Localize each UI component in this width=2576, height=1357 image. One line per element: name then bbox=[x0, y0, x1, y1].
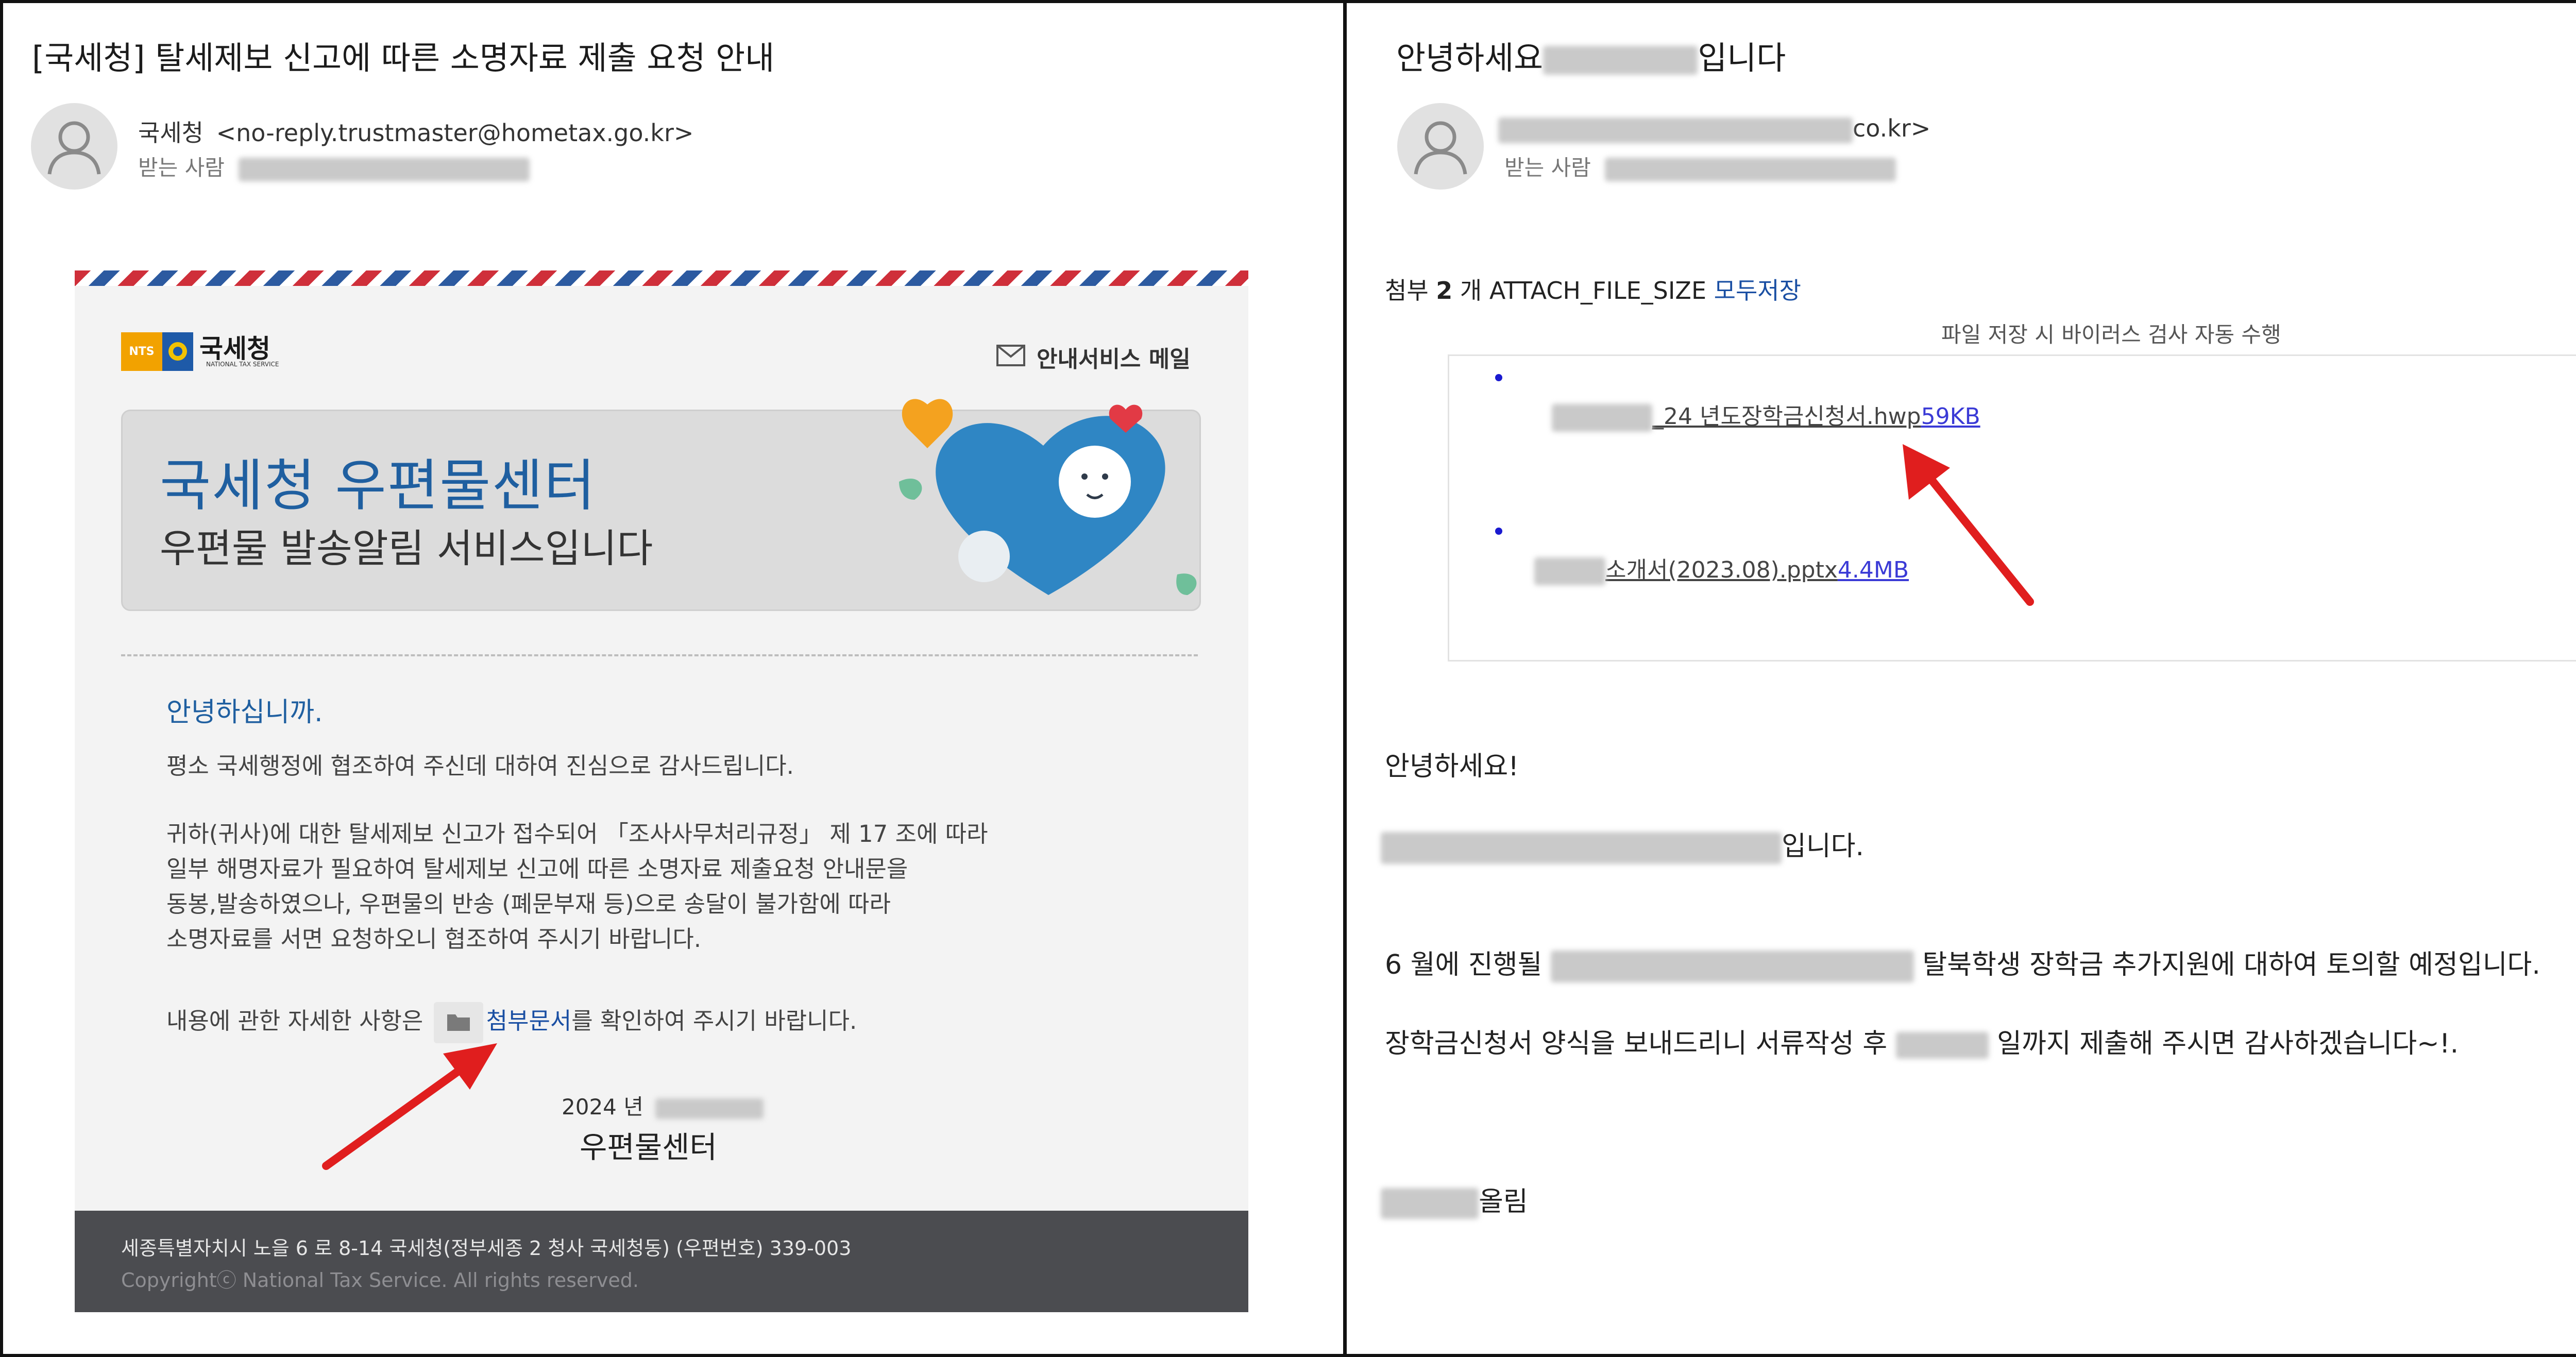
greeting: 안녕하십니까. bbox=[166, 697, 323, 728]
redacted-recipient bbox=[239, 157, 530, 181]
attach-label: 첨부 bbox=[1385, 277, 1429, 304]
virus-scan-note: 파일 저장 시 바이러스 검사 자동 수행 bbox=[1941, 322, 2281, 347]
banner-title: 국세청 우편물센터 bbox=[160, 454, 597, 518]
attachment-header: 첨부 2 개 ATTACH_FILE_SIZE 모두저장 bbox=[1385, 272, 1801, 306]
footer-copyright: Copyrightⓒ National Tax Service. All rig… bbox=[121, 1269, 639, 1292]
nts-name-en: NATIONAL TAX SERVICE bbox=[206, 361, 279, 368]
paragraph-3-suffix: 를 확인하여 주시기 바랍니다. bbox=[571, 1007, 857, 1034]
date-year: 2024 년 bbox=[562, 1094, 643, 1119]
list-bullet-icon bbox=[1495, 374, 1502, 381]
attach-unit: 개 bbox=[1460, 277, 1482, 304]
attachment-size-2[interactable]: 4.4MB bbox=[1838, 557, 1909, 583]
redacted-date bbox=[655, 1098, 764, 1119]
body-line-2-suffix: 일까지 제출해 주시면 감사하겠습니다~!. bbox=[1997, 1028, 2459, 1059]
redacted-sender-name bbox=[1381, 1188, 1479, 1219]
mail-footer: 세종특별자치시 노을 6 로 8-14 국세청(정부세종 2 청사 국세청동) … bbox=[75, 1211, 1248, 1312]
panel-divider bbox=[1343, 0, 1347, 1357]
body-line-1-prefix: 6 월에 진행될 bbox=[1385, 949, 1543, 980]
attach-size: ATTACH_FILE_SIZE bbox=[1489, 277, 1707, 304]
body-line-1: 6 월에 진행될 탈북학생 장학금 추가지원에 대하여 토의할 예정입니다. bbox=[1385, 943, 2540, 982]
airmail-stripe bbox=[75, 270, 1248, 286]
heart-illustration-icon bbox=[889, 379, 1208, 626]
redacted-filename-1 bbox=[1552, 404, 1652, 432]
sender-name: 국세청 bbox=[138, 119, 204, 147]
dashed-divider bbox=[121, 654, 1198, 656]
redacted-subject-name bbox=[1543, 45, 1698, 75]
subject-prefix: 안녕하세요 bbox=[1396, 39, 1544, 77]
paragraph-2-line-4: 소명자료를 서면 요청하오니 협조하여 주시기 바랍니다. bbox=[166, 925, 702, 953]
body-intro-suffix: 입니다. bbox=[1782, 831, 1865, 862]
folder-icon[interactable] bbox=[433, 1002, 483, 1043]
signoff-line: 올림 bbox=[1381, 1180, 1528, 1219]
redacted-organization bbox=[1550, 951, 1914, 982]
redacted-filename-2 bbox=[1534, 557, 1605, 585]
redacted-sender bbox=[1498, 117, 1853, 143]
paragraph-3-prefix: 내용에 관한 자세한 사항은 bbox=[166, 1007, 423, 1034]
date-line: 2024 년 bbox=[562, 1090, 764, 1121]
body-line-2-prefix: 장학금신청서 양식을 보내드리니 서류작성 후 bbox=[1385, 1028, 1888, 1059]
mail-card: NTS 국세청 NATIONAL TAX SERVICE 안내서비스 메일 국세… bbox=[75, 270, 1248, 1312]
sender-email[interactable]: <no-reply.trustmaster@hometax.go.kr> bbox=[216, 119, 694, 147]
recipient-label-right: 받는 사람 bbox=[1504, 155, 1591, 180]
attachment-item-1[interactable]: _24 년도장학금신청서.hwp59KB bbox=[1552, 398, 1980, 432]
redacted-deadline bbox=[1895, 1032, 1989, 1059]
sender-line: 국세청 <no-reply.trustmaster@hometax.go.kr> bbox=[138, 114, 693, 148]
sender-line-right: co.kr> bbox=[1498, 114, 1930, 143]
body-line-1-suffix: 탈북학생 장학금 추가지원에 대하여 토의할 예정입니다. bbox=[1922, 949, 2540, 980]
footer-address: 세종특별자치시 노을 6 로 8-14 국세청(정부세종 2 청사 국세청동) … bbox=[121, 1237, 852, 1260]
paragraph-2-line-2: 일부 해명자료가 필요하여 탈세제보 신고에 따른 소명자료 제출요청 안내문을 bbox=[166, 855, 908, 883]
center-name: 우편물센터 bbox=[580, 1130, 717, 1165]
save-all-link[interactable]: 모두저장 bbox=[1714, 277, 1801, 304]
redacted-intro-name bbox=[1381, 832, 1782, 864]
attachment-document-link[interactable]: 첨부문서 bbox=[486, 1007, 572, 1034]
email-subject: [국세청] 탈세제보 신고에 따른 소명자료 제출 요청 안내 bbox=[32, 39, 775, 77]
sender-avatar-icon-right bbox=[1397, 103, 1484, 190]
subject-suffix: 입니다 bbox=[1698, 39, 1786, 77]
attachment-filename-2[interactable]: 소개서(2023.08).pptx bbox=[1605, 557, 1838, 583]
paragraph-3: 내용에 관한 자세한 사항은 첨부문서를 확인하여 주시기 바랍니다. bbox=[166, 1002, 857, 1043]
paragraph-1: 평소 국세행정에 협조하여 주신데 대하여 진심으로 감사드립니다. bbox=[166, 752, 794, 779]
redacted-recipient-right bbox=[1605, 157, 1896, 181]
attachment-filename-1[interactable]: _24 년도장학금신청서.hwp bbox=[1652, 403, 1921, 430]
attachment-size-1[interactable]: 59KB bbox=[1921, 403, 1980, 430]
body-greeting: 안녕하세요! bbox=[1385, 751, 1519, 782]
recipient-line: 받는 사람 bbox=[138, 150, 530, 182]
attach-count: 2 bbox=[1436, 277, 1453, 304]
paragraph-2-line-1: 귀하(귀사)에 대한 탈세제보 신고가 접수되어 「조사사무처리규정」 제 17… bbox=[166, 820, 988, 847]
list-bullet-icon bbox=[1495, 528, 1502, 535]
nts-emblem-icon bbox=[162, 332, 193, 371]
signoff: 올림 bbox=[1479, 1186, 1528, 1217]
body-intro: 입니다. bbox=[1381, 824, 1864, 864]
nts-name: 국세청 bbox=[199, 334, 270, 364]
sender-suffix[interactable]: co.kr> bbox=[1853, 114, 1930, 142]
email-subject-right: 안녕하세요 입니다 bbox=[1396, 32, 1786, 78]
nts-logo-icon: NTS bbox=[121, 332, 162, 371]
paragraph-2-line-3: 동봉,발송하였으나, 우편물의 반송 (폐문부재 등)으로 송달이 불가함에 따… bbox=[166, 890, 891, 918]
body-line-2: 장학금신청서 양식을 보내드리니 서류작성 후 일까지 제출해 주시면 감사하겠… bbox=[1385, 1022, 2459, 1060]
recipient-label: 받는 사람 bbox=[138, 155, 225, 180]
sender-avatar-icon bbox=[31, 103, 117, 190]
guide-mail-label: 안내서비스 메일 bbox=[1037, 346, 1191, 372]
banner-subtitle: 우편물 발송알림 서비스입니다 bbox=[160, 525, 653, 571]
recipient-line-right: 받는 사람 bbox=[1504, 150, 1896, 182]
attachment-item-2[interactable]: 소개서(2023.08).pptx4.4MB bbox=[1534, 551, 1909, 585]
mail-envelope-icon bbox=[996, 344, 1026, 369]
